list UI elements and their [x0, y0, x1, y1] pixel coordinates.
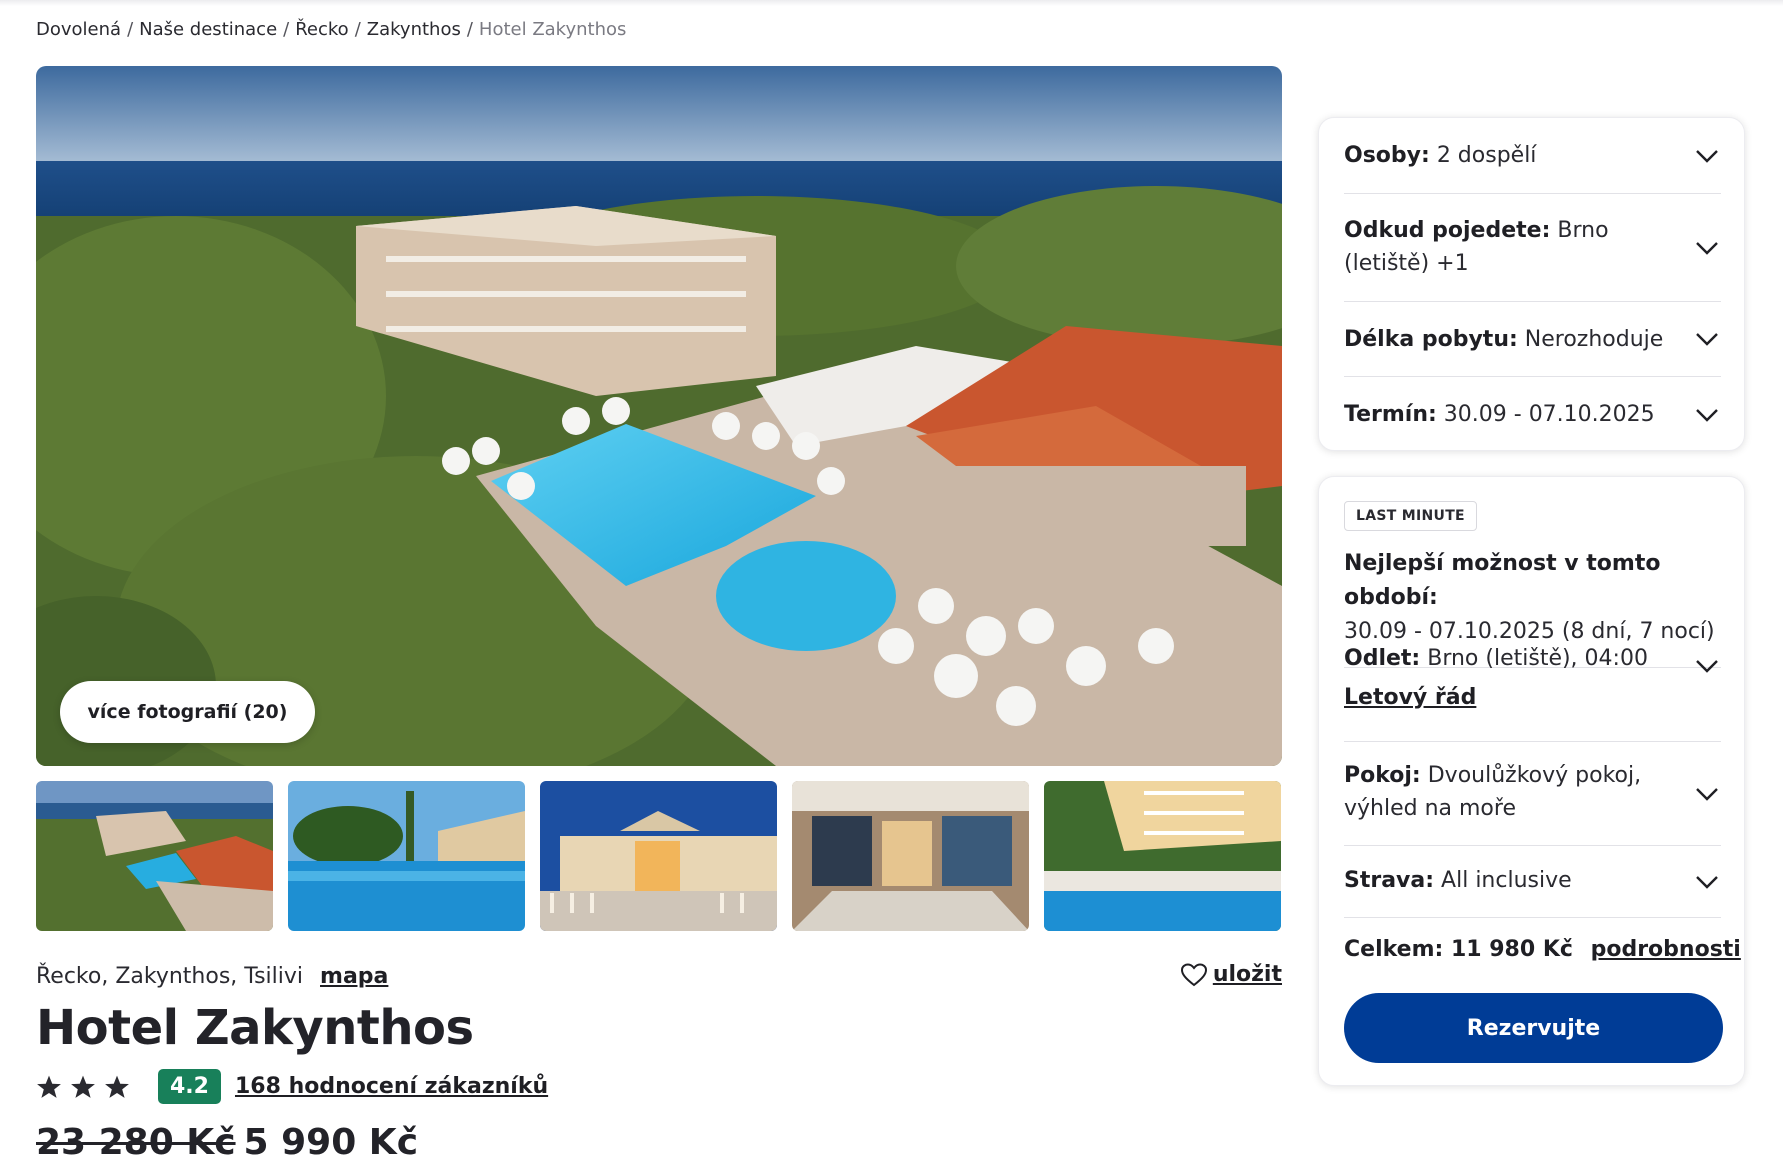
stay-length-value: Nerozhoduje	[1524, 327, 1664, 352]
offer-card: LAST MINUTE Nejlepší možnost v tomto obd…	[1318, 476, 1745, 1086]
chevron-down-icon	[1696, 333, 1718, 346]
persons-value: 2 dospělí	[1436, 143, 1537, 168]
breadcrumb-item-recko[interactable]: Řecko	[295, 19, 348, 40]
room-selector[interactable]: Pokoj: Dvoulůžkový pokoj, výhled na moře	[1344, 742, 1721, 846]
star-icon	[37, 1075, 61, 1098]
departure-label: Odkud pojedete:	[1344, 218, 1551, 243]
flight-label: Odlet:	[1344, 646, 1421, 671]
breadcrumb-item-dovolena[interactable]: Dovolená	[36, 19, 121, 40]
star-icon	[71, 1075, 95, 1098]
book-button[interactable]: Rezervujte	[1344, 993, 1723, 1063]
top-shadow	[0, 0, 1783, 6]
total-price: Celkem: 11 980 Kč podrobnosti	[1344, 937, 1741, 962]
save-label: uložit	[1212, 962, 1282, 987]
thumbnail-pool-and-pines[interactable]	[288, 781, 525, 931]
departure-selector[interactable]: Odkud pojedete: Brno (letiště) +1	[1344, 194, 1721, 302]
breadcrumb-item-destinace[interactable]: Naše destinace	[139, 19, 277, 40]
chevron-down-icon	[1696, 787, 1718, 801]
flight-schedule-link[interactable]: Letový řád	[1344, 681, 1681, 714]
thumbnail-lobby-terrace[interactable]	[792, 781, 1029, 931]
save-button[interactable]: uložit	[1180, 962, 1282, 987]
breadcrumb-separator: /	[127, 19, 134, 40]
trip-parameters-card: Osoby: 2 dospělí Odkud pojedete: Brno (l…	[1318, 117, 1745, 451]
stay-length-label: Délka pobytu:	[1344, 327, 1518, 352]
current-price: 5 990 Kč	[243, 1122, 419, 1163]
chevron-down-icon	[1696, 241, 1718, 255]
board-selector[interactable]: Strava: All inclusive	[1344, 846, 1721, 918]
hotel-aerial-photo	[36, 66, 1282, 766]
best-option-label: Nejlepší možnost v tomto období:	[1344, 551, 1661, 610]
breadcrumb-separator: /	[354, 19, 361, 40]
breadcrumb-item-zakynthos[interactable]: Zakynthos	[367, 19, 461, 40]
reviews-link[interactable]: 168 hodnocení zákazníků	[235, 1074, 548, 1099]
hotel-stars	[36, 1074, 130, 1100]
review-score-badge: 4.2	[158, 1069, 221, 1104]
old-price: 23 280 Kč	[36, 1122, 236, 1163]
chevron-down-icon	[1696, 660, 1718, 673]
hotel-name: Hotel Zakynthos	[36, 1000, 474, 1056]
chevron-down-icon	[1696, 408, 1718, 422]
flight-value: Brno (letiště), 04:00	[1427, 646, 1648, 671]
more-photos-button[interactable]: více fotografií (20)	[60, 681, 315, 743]
room-label: Pokoj:	[1344, 763, 1421, 788]
thumbnail-hotel-aerial[interactable]	[36, 781, 273, 931]
chevron-down-icon	[1696, 149, 1718, 163]
breadcrumb-current: Hotel Zakynthos	[478, 19, 627, 40]
hotel-location: Řecko, Zakynthos, Tsilivi mapa	[36, 964, 388, 989]
last-minute-badge: LAST MINUTE	[1344, 501, 1477, 531]
stay-length-selector[interactable]: Délka pobytu: Nerozhoduje	[1344, 302, 1721, 377]
term-selector[interactable]: Termín: 30.09 - 07.10.2025	[1344, 377, 1721, 452]
star-icon	[105, 1075, 129, 1098]
persons-selector[interactable]: Osoby: 2 dospělí	[1344, 118, 1721, 194]
chevron-down-icon	[1696, 875, 1718, 889]
price-details-link[interactable]: podrobnosti	[1591, 937, 1741, 962]
total-value: 11 980 Kč	[1450, 937, 1573, 962]
thumbnail-pool-with-loungers[interactable]	[1044, 781, 1281, 931]
board-label: Strava:	[1344, 868, 1435, 893]
location-text: Řecko, Zakynthos, Tsilivi	[36, 964, 304, 989]
total-label: Celkem:	[1344, 937, 1444, 962]
thumbnail-strip	[36, 781, 1282, 931]
term-value: 30.09 - 07.10.2025	[1443, 402, 1655, 427]
heart-icon	[1180, 962, 1207, 986]
persons-label: Osoby:	[1344, 143, 1430, 168]
breadcrumb-separator: /	[466, 19, 473, 40]
thumbnail-restaurant-night[interactable]	[540, 781, 777, 931]
breadcrumb: Dovolená / Naše destinace / Řecko / Zaky…	[36, 19, 626, 40]
board-value: All inclusive	[1441, 868, 1572, 893]
term-label: Termín:	[1344, 402, 1437, 427]
main-hotel-photo[interactable]: více fotografií (20)	[36, 66, 1282, 766]
breadcrumb-separator: /	[283, 19, 290, 40]
map-link[interactable]: mapa	[320, 964, 388, 989]
rating-row: 4.2 168 hodnocení zákazníků	[36, 1069, 548, 1104]
price-row: 23 280 Kč 5 990 Kč	[36, 1122, 418, 1163]
flight-selector[interactable]: Odlet: Brno (letiště), 04:00 Letový řád	[1344, 630, 1721, 742]
